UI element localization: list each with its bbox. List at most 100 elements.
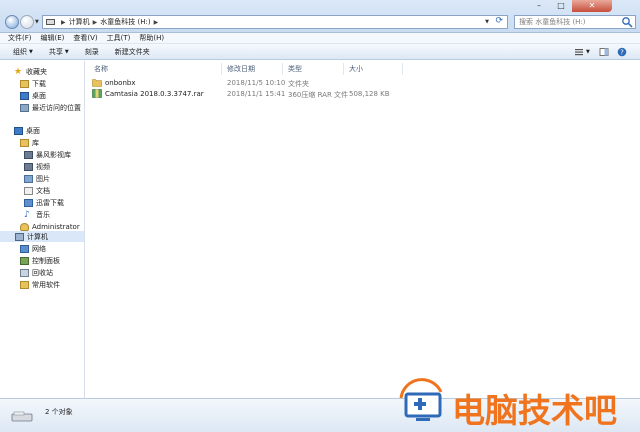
menu-view[interactable]: 查看(V) bbox=[73, 33, 97, 43]
file-list: 名称 修改日期 类型 大小 onbonbx 2018/11/5 10:10 文件… bbox=[86, 61, 640, 398]
column-separator[interactable] bbox=[221, 63, 222, 75]
breadcrumb-drive[interactable]: 水童鱼科技 (H:) bbox=[100, 17, 150, 27]
file-row[interactable]: Camtasia 2018.0.3.3747.rar 2018/11/1 15:… bbox=[92, 88, 622, 100]
nav-label: 桌面 bbox=[32, 91, 46, 100]
file-size: 508,128 KB bbox=[349, 90, 390, 98]
breadcrumb-separator-icon[interactable]: ▶ bbox=[154, 19, 159, 26]
organize-button[interactable]: 组织 ▼ bbox=[13, 47, 33, 57]
column-header-size[interactable]: 大小 bbox=[349, 64, 363, 75]
recycle-bin-icon bbox=[20, 268, 29, 277]
nav-computer[interactable]: 计算机 bbox=[0, 231, 84, 242]
nav-common-software[interactable]: 常用软件 bbox=[20, 279, 60, 290]
desktop-icon bbox=[20, 91, 29, 100]
drive-icon bbox=[46, 19, 55, 25]
nav-downloads[interactable]: 下载 bbox=[20, 78, 46, 89]
nav-documents[interactable]: 文档 bbox=[24, 185, 50, 196]
nav-storm-library[interactable]: 暴风影视库 bbox=[24, 149, 71, 160]
menu-file[interactable]: 文件(F) bbox=[8, 33, 32, 43]
star-icon: ★ bbox=[14, 66, 23, 77]
menu-edit[interactable]: 编辑(E) bbox=[41, 33, 65, 43]
preview-pane-icon[interactable] bbox=[599, 47, 609, 57]
watermark-text: 电脑技术吧 bbox=[452, 391, 617, 430]
nav-label: Administrator bbox=[32, 222, 80, 231]
chevron-down-icon[interactable]: ▼ bbox=[586, 49, 590, 55]
forward-arrow-icon: › bbox=[23, 15, 28, 26]
folder-icon bbox=[20, 280, 29, 289]
chevron-down-icon: ▼ bbox=[29, 48, 33, 55]
user-icon bbox=[20, 222, 29, 231]
search-icon[interactable] bbox=[621, 16, 633, 28]
share-button[interactable]: 共享 ▼ bbox=[49, 47, 69, 57]
nav-recent[interactable]: 最近访问的位置 bbox=[20, 102, 81, 113]
file-name: Camtasia 2018.0.3.3747.rar bbox=[105, 90, 204, 98]
nav-xunlei[interactable]: 迅雷下载 bbox=[24, 197, 64, 208]
file-modified: 2018/11/1 15:41 bbox=[227, 90, 286, 98]
recent-pages-dropdown[interactable]: ▼ bbox=[35, 19, 39, 25]
column-separator[interactable] bbox=[282, 63, 283, 75]
column-separator[interactable] bbox=[343, 63, 344, 75]
desktop-icon bbox=[14, 126, 23, 135]
breadcrumb-computer[interactable]: 计算机 bbox=[69, 17, 90, 27]
close-button[interactable]: ✕ bbox=[572, 0, 612, 12]
refresh-icon[interactable]: ⟳ bbox=[495, 16, 503, 26]
breadcrumb-separator-icon[interactable]: ▶ bbox=[61, 19, 66, 26]
back-arrow-icon: ‹ bbox=[8, 15, 13, 26]
search-box[interactable]: 搜索 水童鱼科技 (H:) bbox=[514, 15, 636, 29]
chevron-down-icon: ▼ bbox=[64, 48, 69, 55]
nav-label: 下载 bbox=[32, 79, 46, 88]
menu-help[interactable]: 帮助(H) bbox=[139, 33, 164, 43]
file-modified: 2018/11/5 10:10 bbox=[227, 79, 286, 87]
maximize-button[interactable]: □ bbox=[550, 0, 572, 12]
nav-music[interactable]: ♪ 音乐 bbox=[24, 209, 50, 220]
nav-recycle-bin[interactable]: 回收站 bbox=[20, 267, 53, 278]
pictures-icon bbox=[24, 174, 33, 183]
new-folder-button[interactable]: 新建文件夹 bbox=[115, 47, 150, 57]
nav-label: 回收站 bbox=[32, 268, 53, 277]
computer-icon bbox=[15, 232, 24, 241]
help-icon[interactable]: ? bbox=[617, 47, 627, 57]
search-input[interactable]: 搜索 水童鱼科技 (H:) bbox=[519, 17, 621, 27]
window-controls: – □ ✕ bbox=[528, 0, 612, 12]
nav-control-panel[interactable]: 控制面板 bbox=[20, 255, 60, 266]
column-header-name[interactable]: 名称 bbox=[94, 64, 108, 75]
view-options-icon[interactable] bbox=[574, 47, 584, 57]
forward-button[interactable]: › bbox=[20, 15, 34, 29]
minimize-button[interactable]: – bbox=[528, 0, 550, 12]
navigation-pane: ★ 收藏夹 下载 桌面 最近访问的位置 桌面 库 暴风影视库 视频 图片 文档 … bbox=[0, 61, 85, 398]
nav-network[interactable]: 网络 bbox=[20, 243, 46, 254]
music-icon: ♪ bbox=[24, 209, 30, 220]
network-icon bbox=[20, 244, 29, 253]
nav-desktop[interactable]: 桌面 bbox=[20, 90, 46, 101]
library-icon bbox=[20, 138, 29, 147]
organize-label: 组织 bbox=[13, 47, 27, 56]
nav-label: 计算机 bbox=[27, 232, 48, 241]
nav-label: 收藏夹 bbox=[26, 67, 47, 76]
control-panel-icon bbox=[20, 256, 29, 265]
nav-desktop-root[interactable]: 桌面 bbox=[14, 125, 40, 136]
download-folder-icon bbox=[24, 198, 33, 207]
svg-text:?: ? bbox=[620, 49, 624, 57]
back-button[interactable]: ‹ bbox=[5, 15, 19, 29]
address-bar[interactable]: ▶ 计算机 ▶ 水童鱼科技 (H:) ▶ ▼ ⟳ bbox=[42, 15, 508, 29]
menu-bar: 文件(F) 编辑(E) 查看(V) 工具(T) 帮助(H) bbox=[0, 33, 640, 44]
address-row: – □ ✕ ‹ › ▼ ▶ 计算机 ▶ 水童鱼科技 (H:) ▶ ▼ ⟳ 搜索 … bbox=[0, 0, 640, 33]
nav-favorites[interactable]: ★ 收藏夹 bbox=[14, 66, 47, 77]
nav-label: 控制面板 bbox=[32, 256, 60, 265]
watermark-logo bbox=[399, 378, 443, 421]
nav-pictures[interactable]: 图片 bbox=[24, 173, 50, 184]
address-dropdown-icon[interactable]: ▼ bbox=[485, 19, 489, 25]
nav-videos[interactable]: 视频 bbox=[24, 161, 50, 172]
breadcrumb-separator-icon[interactable]: ▶ bbox=[93, 19, 98, 26]
nav-label: 音乐 bbox=[36, 210, 50, 219]
menu-tools[interactable]: 工具(T) bbox=[107, 33, 131, 43]
recent-places-icon bbox=[20, 103, 29, 112]
videos-icon bbox=[24, 162, 33, 171]
nav-libraries[interactable]: 库 bbox=[20, 137, 39, 148]
column-header-type[interactable]: 类型 bbox=[288, 64, 302, 75]
column-separator[interactable] bbox=[402, 63, 403, 75]
burn-button[interactable]: 刻录 bbox=[85, 47, 99, 57]
nav-label: 图片 bbox=[36, 174, 50, 183]
share-label: 共享 bbox=[48, 47, 63, 56]
column-header-modified[interactable]: 修改日期 bbox=[227, 64, 255, 75]
nav-label: 文档 bbox=[36, 186, 50, 195]
